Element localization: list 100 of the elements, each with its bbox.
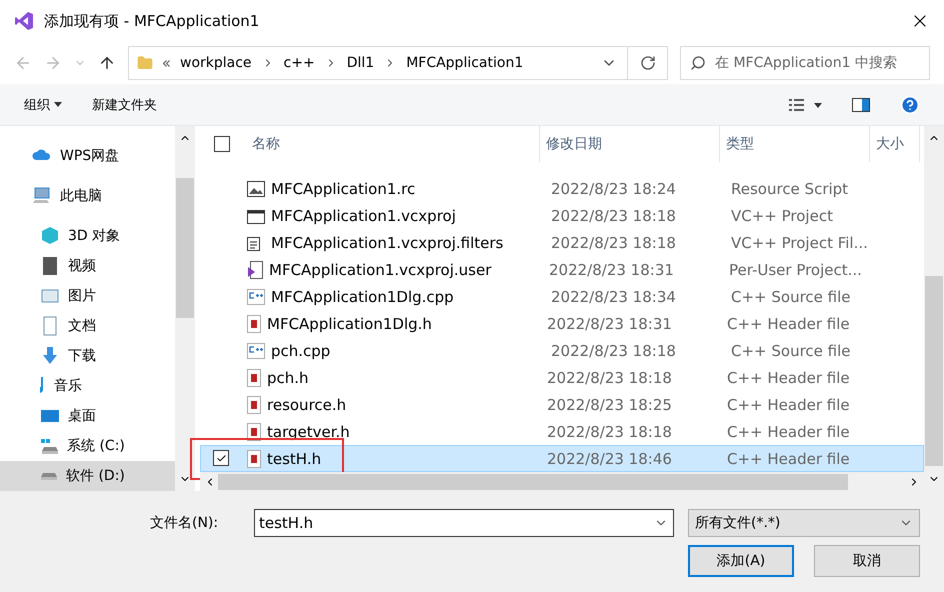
file-row[interactable]: MFCApplication1.vcxproj 2022/8/23 18:18 VC++ Project bbox=[200, 202, 924, 229]
search-field[interactable]: 在 MFCApplication1 中搜索 bbox=[680, 46, 930, 80]
header-file-icon bbox=[247, 314, 261, 332]
file-name: targetver.h bbox=[266, 422, 351, 440]
file-date: 2022/8/23 18:31 bbox=[548, 260, 675, 278]
breadcrumb[interactable]: c++ bbox=[284, 55, 315, 71]
file-name: MFCApplication1.vcxproj.filters bbox=[270, 234, 504, 252]
file-list-scrollbar[interactable] bbox=[924, 126, 944, 491]
folder-icon bbox=[137, 55, 153, 71]
sidebar-item[interactable]: WPS网盘 bbox=[0, 141, 175, 171]
window-title: 添加现有项 - MFCApplication1 bbox=[44, 12, 260, 30]
file-type: C++ Header file bbox=[726, 396, 851, 414]
computer-icon bbox=[32, 186, 52, 206]
file-date: 2022/8/23 18:18 bbox=[550, 342, 677, 360]
file-row[interactable]: MFCApplication1.vcxproj.user 2022/8/23 18:31 Per-User Project... bbox=[200, 256, 924, 283]
file-row[interactable]: resource.h 2022/8/23 18:25 C++ Header file bbox=[200, 391, 924, 418]
new-folder-button[interactable]: 新建文件夹 bbox=[92, 96, 157, 114]
file-type: C++ Header file bbox=[726, 314, 851, 332]
sidebar-scrollbar[interactable] bbox=[175, 126, 195, 491]
caret-icon bbox=[54, 102, 62, 107]
search-icon bbox=[690, 55, 706, 71]
sidebar-item[interactable]: 视频 bbox=[0, 251, 175, 281]
file-row[interactable]: MFCApplication1Dlg.cpp 2022/8/23 18:34 C++ Source file bbox=[200, 283, 924, 310]
file-type: Per-User Project... bbox=[728, 260, 863, 278]
file-type: C++ Header file bbox=[726, 450, 851, 468]
user-file-icon bbox=[247, 260, 263, 278]
column-header[interactable]: 类型 bbox=[720, 126, 870, 162]
file-name: resource.h bbox=[266, 396, 348, 414]
file-type: C++ Header file bbox=[726, 368, 851, 386]
organize-button[interactable]: 组织 bbox=[24, 96, 62, 114]
file-type: Resource Script bbox=[730, 180, 850, 198]
drive-icon bbox=[40, 472, 58, 480]
breadcrumb[interactable]: Dll1 bbox=[346, 55, 374, 71]
breadcrumb[interactable]: MFCApplication1 bbox=[406, 55, 524, 71]
file-type: C++ Source file bbox=[730, 342, 852, 360]
file-name: pch.cpp bbox=[270, 342, 332, 360]
file-row[interactable]: targetver.h 2022/8/23 18:18 C++ Header file bbox=[200, 418, 924, 445]
file-row[interactable]: MFCApplication1Dlg.h 2022/8/23 18:31 C++ Header file bbox=[200, 310, 924, 337]
file-date: 2022/8/23 18:18 bbox=[550, 206, 677, 224]
checkbox[interactable] bbox=[213, 450, 229, 466]
file-date: 2022/8/23 18:18 bbox=[546, 422, 673, 440]
file-name: MFCApplication1.vcxproj.user bbox=[268, 260, 492, 278]
file-name: testH.h bbox=[266, 450, 322, 468]
double-chevron-icon[interactable] bbox=[163, 60, 170, 66]
sidebar-item[interactable]: 系统 (C:) bbox=[0, 431, 175, 461]
sidebar-item[interactable]: 桌面 bbox=[0, 401, 175, 431]
sidebar-item[interactable]: 3D 对象 bbox=[0, 221, 175, 251]
sidebar-item[interactable]: 音乐 bbox=[0, 371, 175, 401]
add-button[interactable]: 添加(A) bbox=[688, 545, 794, 577]
window-file-icon bbox=[247, 208, 265, 224]
file-date: 2022/8/23 18:46 bbox=[546, 450, 673, 468]
file-date: 2022/8/23 18:31 bbox=[546, 314, 673, 332]
check-icon bbox=[216, 452, 226, 464]
cancel-button[interactable]: 取消 bbox=[814, 545, 920, 577]
sidebar-item[interactable]: 软件 (D:) bbox=[0, 461, 175, 491]
sidebar-item[interactable]: 下载 bbox=[0, 341, 175, 371]
up-icon[interactable] bbox=[98, 54, 116, 72]
refresh-icon bbox=[640, 55, 656, 71]
sidebar-item[interactable]: 图片 bbox=[0, 281, 175, 311]
file-date: 2022/8/23 18:18 bbox=[546, 368, 673, 386]
filename-label: 文件名(N): bbox=[150, 514, 220, 532]
file-row[interactable]: testH.h 2022/8/23 18:46 C++ Header file bbox=[200, 445, 924, 472]
file-type: C++ Source file bbox=[730, 288, 852, 306]
column-header[interactable]: 大小 bbox=[870, 126, 920, 162]
header-file-icon bbox=[247, 450, 261, 468]
file-row[interactable]: pch.h 2022/8/23 18:18 C++ Header file bbox=[200, 364, 924, 391]
address-bar[interactable]: workplace c++ Dll1 MFCApplication1 bbox=[128, 46, 668, 80]
file-row[interactable]: MFCApplication1.vcxproj.filters 2022/8/23 18:18 VC++ Project Fil... bbox=[200, 229, 924, 256]
file-row[interactable]: pch.cpp 2022/8/23 18:18 C++ Source file bbox=[200, 337, 924, 364]
column-header[interactable]: 名称 bbox=[246, 126, 540, 162]
file-date: 2022/8/23 18:25 bbox=[546, 396, 673, 414]
header-file-icon bbox=[247, 396, 261, 414]
download-arrow-icon bbox=[40, 346, 60, 366]
file-date: 2022/8/23 18:18 bbox=[550, 234, 677, 252]
app-logo-icon bbox=[14, 11, 34, 31]
file-type: VC++ Project bbox=[730, 206, 834, 224]
source-file-icon bbox=[247, 342, 265, 358]
drive-icon bbox=[40, 438, 59, 454]
file-row[interactable]: MFCApplication1.rc 2022/8/23 18:24 Resource Script bbox=[200, 175, 924, 202]
sidebar-item[interactable]: 文档 bbox=[0, 311, 175, 341]
header-file-icon bbox=[247, 422, 261, 440]
breadcrumb[interactable]: workplace bbox=[180, 55, 252, 71]
file-date: 2022/8/23 18:24 bbox=[550, 180, 677, 198]
file-name: pch.h bbox=[266, 368, 310, 386]
sidebar-item[interactable]: 此电脑 bbox=[0, 181, 175, 211]
file-type: C++ Header file bbox=[726, 422, 851, 440]
preview-pane-icon[interactable] bbox=[852, 98, 870, 112]
header-file-icon bbox=[247, 368, 261, 386]
help-icon[interactable] bbox=[900, 94, 920, 114]
filename-field[interactable]: testH.h bbox=[254, 509, 674, 537]
file-type: VC++ Project Fil... bbox=[730, 234, 869, 252]
file-name: MFCApplication1.rc bbox=[270, 180, 416, 198]
file-date: 2022/8/23 18:34 bbox=[550, 288, 677, 306]
file-type-dropdown[interactable]: 所有文件(*.*) bbox=[688, 509, 920, 537]
cube-icon bbox=[40, 226, 60, 246]
select-all-checkbox[interactable] bbox=[214, 136, 230, 152]
file-name: MFCApplication1Dlg.cpp bbox=[270, 288, 455, 306]
view-options-icon[interactable] bbox=[788, 98, 822, 112]
column-header[interactable]: 修改日期 bbox=[540, 126, 720, 162]
horizontal-scrollbar[interactable] bbox=[200, 472, 924, 491]
